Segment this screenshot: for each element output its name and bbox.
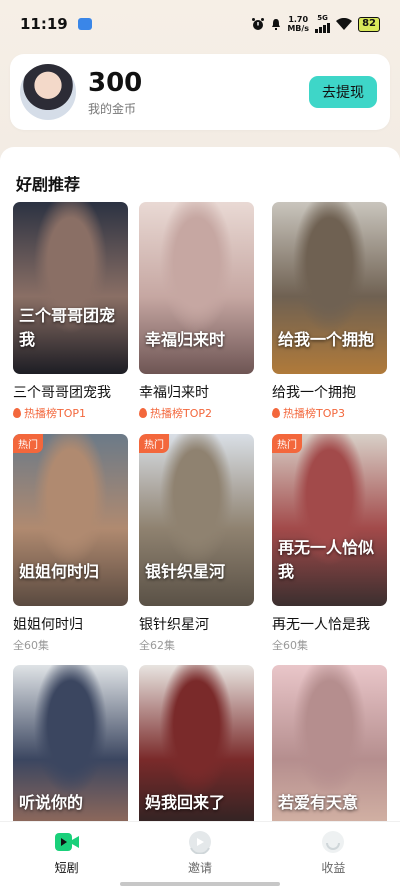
drama-poster[interactable]: 三个哥哥团宠我: [13, 202, 128, 374]
mute-icon: [272, 19, 281, 30]
drama-card[interactable]: 再无一人恰似我 热门再无一人恰是我 全60集: [272, 434, 387, 653]
rank-label: 热播榜TOP3: [272, 405, 387, 421]
poster-title: 幸福归来时: [145, 330, 226, 349]
poster-title: 若爱有天意: [278, 793, 359, 812]
drama-card[interactable]: 若爱有天意: [272, 665, 387, 837]
withdraw-button[interactable]: 去提现: [309, 76, 377, 108]
net-speed-unit: MB/s: [287, 24, 310, 33]
drama-card[interactable]: 姐姐何时归 热门姐姐何时归全60集: [13, 434, 128, 653]
avatar[interactable]: [20, 64, 76, 120]
drama-poster[interactable]: 幸福归来时: [139, 202, 254, 374]
signal-icon: [315, 22, 331, 33]
drama-card[interactable]: 幸福归来时 幸福归来时 热播榜TOP2: [139, 202, 254, 421]
video-icon: [54, 830, 80, 854]
net-speed-value: 1.70: [288, 15, 309, 24]
drama-card[interactable]: 银针织星河 热门银针织星河全62集: [139, 434, 254, 653]
drama-poster[interactable]: 姐姐何时归 热门: [13, 434, 128, 606]
drama-card[interactable]: 听说你的: [13, 665, 128, 837]
bottom-nav: 短剧 邀请 收益: [0, 821, 400, 889]
coin-info: 300 我的金币: [88, 68, 142, 117]
drama-subtitle: 热播榜TOP3: [283, 407, 346, 420]
fire-icon: [272, 408, 280, 418]
drama-subtitle: 全60集: [13, 639, 49, 652]
invite-icon: [187, 830, 213, 855]
drama-card[interactable]: 给我一个拥抱 给我一个拥抱 热播榜TOP3: [272, 202, 387, 421]
alarm-icon: [252, 18, 265, 30]
drama-poster[interactable]: 给我一个拥抱: [272, 202, 387, 374]
rank-label: 热播榜TOP2: [139, 405, 254, 421]
nav-item-video[interactable]: 短剧: [0, 822, 133, 889]
coin-label: 我的金币: [88, 101, 137, 116]
drama-subtitle: 全62集: [139, 639, 175, 652]
status-icons: 1.70 MB/s 5G 82: [251, 15, 380, 33]
hot-badge: 热门: [13, 434, 43, 453]
episode-count: 全62集: [139, 637, 254, 653]
nav-item-invite[interactable]: 邀请: [133, 822, 266, 889]
drama-title: 给我一个拥抱: [272, 385, 356, 401]
hot-badge: 热门: [139, 434, 169, 453]
battery-icon: 82: [358, 16, 380, 32]
drama-card[interactable]: 三个哥哥团宠我 三个哥哥团宠我 热播榜TOP1: [13, 202, 128, 421]
app-notification-icon: [77, 18, 92, 30]
section-title: 好剧推荐: [16, 175, 81, 194]
drama-card[interactable]: 妈我回来了: [139, 665, 254, 837]
nav-label: 邀请: [187, 861, 212, 875]
drama-poster[interactable]: 妈我回来了: [139, 665, 254, 837]
poster-title: 银针织星河: [145, 562, 226, 581]
drama-poster[interactable]: 听说你的: [13, 665, 128, 837]
fire-icon: [13, 408, 21, 418]
drama-poster[interactable]: 若爱有天意: [272, 665, 387, 837]
nav-label: 短剧: [54, 861, 79, 875]
episode-count: 全60集: [13, 637, 128, 653]
nav-item-earnings[interactable]: 收益: [267, 822, 400, 889]
coin-amount: 300: [88, 67, 143, 98]
fire-icon: [139, 408, 147, 418]
rank-label: 热播榜TOP1: [13, 405, 128, 421]
poster-title: 听说你的: [19, 793, 84, 812]
cellular: 5G: [315, 14, 331, 33]
drama-poster[interactable]: 银针织星河 热门: [139, 434, 254, 606]
wifi-icon: [336, 18, 353, 30]
drama-title: 姐姐何时归: [13, 617, 83, 633]
drama-title: 再无一人恰是我: [272, 617, 370, 633]
status-time: 11:19: [20, 15, 68, 33]
poster-title: 妈我回来了: [145, 793, 226, 812]
poster-title: 给我一个拥抱: [278, 330, 375, 349]
episode-count: 全60集: [272, 637, 387, 653]
drama-title: 银针织星河: [139, 617, 209, 633]
drama-poster[interactable]: 再无一人恰似我 热门: [272, 434, 387, 606]
net-speed: 1.70 MB/s: [287, 15, 309, 33]
home-indicator: [120, 882, 280, 886]
coin-card: 300 我的金币 去提现: [10, 54, 390, 130]
content-panel: 好剧推荐 三个哥哥团宠我 三个哥哥团宠我 热播榜TOP1 幸福归来时 幸福归来时 热播榜T…: [0, 147, 400, 889]
drama-title: 三个哥哥团宠我: [13, 385, 111, 401]
drama-subtitle: 热播榜TOP1: [24, 407, 87, 420]
nav-label: 收益: [321, 861, 346, 875]
hot-badge: 热门: [272, 434, 302, 453]
poster-title: 姐姐何时归: [19, 562, 100, 581]
drama-subtitle: 全60集: [272, 639, 308, 652]
network-type: 5G: [317, 14, 328, 22]
status-bar: 11:19 1.70 MB/s 5G 82: [0, 0, 400, 48]
earnings-icon: [320, 830, 346, 854]
poster-title: 三个哥哥团宠我: [19, 306, 116, 349]
drama-title: 幸福归来时: [139, 385, 209, 401]
drama-subtitle: 热播榜TOP2: [150, 407, 213, 420]
poster-title: 再无一人恰似我: [278, 538, 375, 581]
